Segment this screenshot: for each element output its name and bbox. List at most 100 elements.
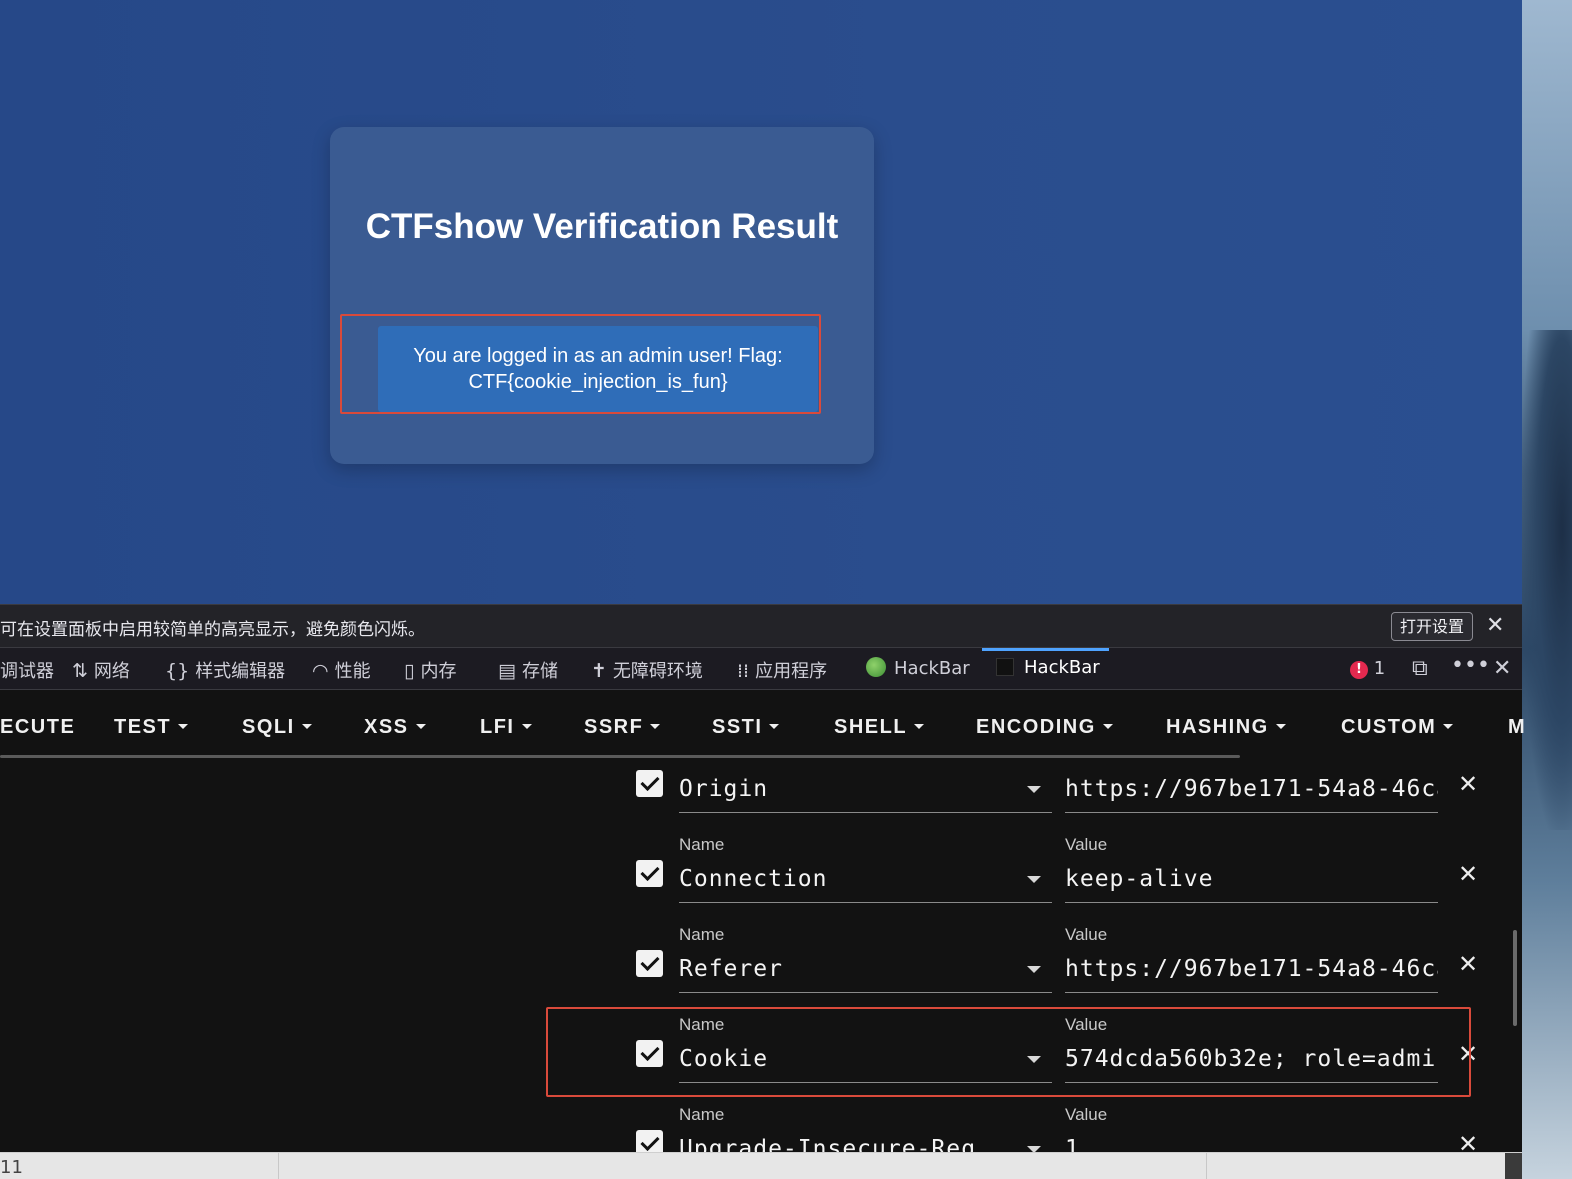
menu-test[interactable]: TEST <box>114 716 189 739</box>
header-value-field[interactable]: keep-alive <box>1065 866 1438 892</box>
chevron-down-icon <box>301 724 312 729</box>
tab-storage[interactable]: ▤ 存储 <box>498 657 558 683</box>
chevron-down-icon <box>415 724 426 729</box>
header-value-field[interactable]: https://967be171-54a8-46ca <box>1065 776 1438 802</box>
chevron-down-icon <box>914 724 925 729</box>
tab-memory[interactable]: ▯ 内存 <box>404 657 456 683</box>
style-editor-icon: {} <box>165 660 190 682</box>
storage-icon: ▤ <box>498 660 516 682</box>
notice-close-icon[interactable]: ✕ <box>1486 613 1504 639</box>
panel-scrollbar[interactable] <box>1513 930 1517 1026</box>
name-label: Name <box>679 1105 725 1124</box>
remove-header-icon[interactable]: ✕ <box>1458 862 1478 886</box>
name-underline <box>679 902 1052 903</box>
header-row-connection: Name Value Connection keep-alive ✕ <box>0 834 1522 924</box>
header-enabled-checkbox[interactable] <box>636 950 663 977</box>
dropdown-arrow-icon[interactable] <box>1027 876 1041 883</box>
divider <box>278 1153 279 1179</box>
flag-highlight-annotation <box>340 314 821 414</box>
header-value-field[interactable]: 1 <box>1065 1136 1438 1152</box>
header-enabled-checkbox[interactable] <box>636 1130 663 1152</box>
value-label: Value <box>1065 835 1108 854</box>
hackbar-logo-icon <box>866 657 886 677</box>
chevron-down-icon <box>178 724 189 729</box>
line-number: 11 <box>0 1157 23 1178</box>
devtools-notice-bar: 可在设置面板中启用较简单的高亮显示，避免颜色闪烁。 打开设置 ✕ <box>0 604 1522 648</box>
responsive-design-icon[interactable]: ⧉ <box>1412 656 1428 681</box>
active-tab-indicator <box>982 648 1109 651</box>
header-row-upgrade-insecure: Name Value Upgrade-Insecure-Req 1 ✕ <box>0 1104 1522 1152</box>
menu-sqli[interactable]: SQLI <box>242 716 312 739</box>
error-icon: ! <box>1350 661 1368 679</box>
page-title: CTFshow Verification Result <box>365 207 839 246</box>
bottom-strip: 11 <box>0 1152 1522 1179</box>
header-enabled-checkbox[interactable] <box>636 770 663 797</box>
desktop-wallpaper <box>1522 0 1572 1179</box>
notice-text: 可在设置面板中启用较简单的高亮显示，避免颜色闪烁。 <box>0 620 425 640</box>
devtools-tab-bar: 调试器 ⇅ 网络 {} 样式编辑器 ◠ 性能 ▯ 内存 ▤ 存储 ✝ 无障碍环境 ⁞⁞ 应用程… <box>0 648 1522 690</box>
chevron-down-icon <box>769 724 780 729</box>
name-underline <box>679 812 1052 813</box>
menu-execute[interactable]: ECUTE <box>0 716 75 739</box>
hackbar-menu: ECUTE TEST SQLI XSS LFI SSRF SSTI SHELL … <box>0 690 1525 762</box>
menu-lfi[interactable]: LFI <box>480 716 532 739</box>
chevron-down-icon <box>1275 724 1286 729</box>
header-name-field[interactable]: Connection <box>679 866 1019 892</box>
header-name-field[interactable]: Upgrade-Insecure-Req <box>679 1136 979 1152</box>
menu-encoding[interactable]: ENCODING <box>976 716 1113 739</box>
tab-hackbar-2[interactable]: HackBar <box>996 657 1100 678</box>
open-settings-button[interactable]: 打开设置 <box>1391 612 1474 641</box>
tab-application[interactable]: ⁞⁞ 应用程序 <box>737 657 827 683</box>
headers-panel: Origin https://967be171-54a8-46ca ✕ Name… <box>0 762 1522 1152</box>
header-value-field[interactable]: https://967be171-54a8-46ca <box>1065 956 1438 982</box>
memory-icon: ▯ <box>404 660 415 682</box>
name-label: Name <box>679 925 725 944</box>
menu-hashing[interactable]: HASHING <box>1166 716 1286 739</box>
menu-custom[interactable]: CUSTOM <box>1341 716 1454 739</box>
chevron-down-icon <box>1102 724 1113 729</box>
value-underline <box>1065 902 1438 903</box>
more-options-icon[interactable]: ••• <box>1451 653 1490 678</box>
menu-scrollbar[interactable] <box>0 755 1240 758</box>
close-devtools-icon[interactable]: ✕ <box>1493 656 1511 681</box>
tab-style-editor[interactable]: {} 样式编辑器 <box>165 657 285 683</box>
menu-ssti[interactable]: SSTI <box>712 716 780 739</box>
chevron-down-icon <box>521 724 532 729</box>
error-count[interactable]: ! 1 <box>1350 658 1385 679</box>
header-name-field[interactable]: Origin <box>679 776 1019 802</box>
header-enabled-checkbox[interactable] <box>636 860 663 887</box>
tab-performance[interactable]: ◠ 性能 <box>312 657 371 683</box>
name-label: Name <box>679 835 725 854</box>
network-icon: ⇅ <box>72 660 88 682</box>
header-row-referer: Name Value Referer https://967be171-54a8… <box>0 924 1522 1014</box>
menu-shell[interactable]: SHELL <box>834 716 925 739</box>
accessibility-icon: ✝ <box>591 660 607 682</box>
hackbar-icon <box>996 658 1014 676</box>
dropdown-arrow-icon[interactable] <box>1027 966 1041 973</box>
remove-header-icon[interactable]: ✕ <box>1458 952 1478 976</box>
tab-hackbar-1[interactable]: HackBar <box>866 657 970 679</box>
tab-network[interactable]: ⇅ 网络 <box>72 657 130 683</box>
tab-accessibility[interactable]: ✝ 无障碍环境 <box>591 657 703 683</box>
page-viewport: CTFshow Verification Result You are logg… <box>0 0 1522 604</box>
menu-xss[interactable]: XSS <box>364 716 426 739</box>
bottom-corner <box>1505 1153 1522 1179</box>
result-card: CTFshow Verification Result You are logg… <box>330 127 874 464</box>
application-icon: ⁞⁞ <box>737 660 750 682</box>
chevron-down-icon <box>1443 724 1454 729</box>
cookie-highlight-annotation <box>546 1007 1471 1097</box>
chevron-down-icon <box>650 724 661 729</box>
dropdown-arrow-icon[interactable] <box>1027 786 1041 793</box>
value-label: Value <box>1065 925 1108 944</box>
remove-header-icon[interactable]: ✕ <box>1458 1132 1478 1152</box>
header-name-field[interactable]: Referer <box>679 956 1019 982</box>
tab-debugger[interactable]: 调试器 <box>0 657 54 683</box>
name-underline <box>679 992 1052 993</box>
value-underline <box>1065 812 1438 813</box>
remove-header-icon[interactable]: ✕ <box>1458 772 1478 796</box>
performance-icon: ◠ <box>312 660 329 682</box>
divider <box>1206 1153 1207 1179</box>
value-underline <box>1065 992 1438 993</box>
menu-ssrf[interactable]: SSRF <box>584 716 661 739</box>
menu-more[interactable]: M <box>1508 716 1526 739</box>
